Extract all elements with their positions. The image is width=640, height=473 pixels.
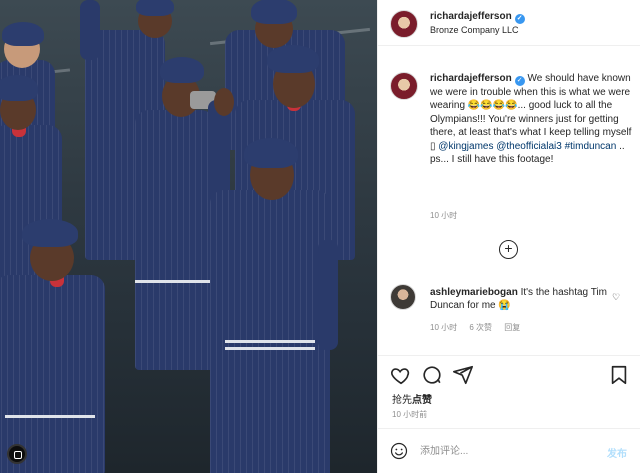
like-first-button[interactable]: 点赞 (412, 395, 432, 406)
comment-meta: 10 小时 6 次赞 回复 (430, 322, 530, 333)
comment: ashleymariebogan It's the hashtag Tim Du… (430, 286, 610, 313)
comment-input[interactable] (420, 442, 590, 460)
instagram-logo-icon (7, 444, 27, 464)
hashtag-link[interactable]: #timduncan (565, 141, 617, 152)
comment-bubble-icon[interactable] (421, 364, 443, 386)
mention-link[interactable]: @theofficialai3 (496, 141, 562, 152)
post-location[interactable]: Bronze Company LLC (430, 25, 519, 35)
caption-placeholder: ▯ (430, 140, 436, 152)
comment-like-heart-icon[interactable]: ♡ (612, 292, 620, 303)
mention-link[interactable]: @kingjames (438, 141, 493, 152)
post-photo[interactable] (0, 0, 377, 473)
load-more-comments-button[interactable]: + (499, 240, 518, 259)
likes-line: 抢先点赞 (392, 391, 432, 406)
post-header: richardajefferson ✓ Bronze Company LLC (378, 0, 640, 46)
comment-reply-button[interactable]: 回复 (504, 323, 520, 332)
publish-button[interactable]: 发布 (607, 445, 627, 460)
author-avatar[interactable] (390, 10, 418, 38)
comment-bar: 发布 (378, 428, 640, 473)
post-caption: richardajefferson ✓ We should have known … (430, 72, 636, 166)
comment-time: 10 小时 (430, 323, 458, 332)
post-time: 10 小时前 (392, 410, 428, 419)
comment-likes[interactable]: 6 次赞 (469, 323, 492, 332)
heart-icon[interactable] (390, 364, 412, 386)
caption-avatar[interactable] (390, 72, 418, 100)
caption-emojis: 😂😂😂😂 (467, 100, 518, 112)
bookmark-icon[interactable] (608, 364, 630, 386)
commenter-avatar[interactable] (390, 284, 416, 310)
author-username[interactable]: richardajefferson ✓ (430, 11, 525, 24)
emoji-smiley-icon[interactable] (390, 442, 408, 460)
author-username-text[interactable]: richardajefferson (430, 11, 512, 22)
share-paper-plane-icon[interactable] (452, 364, 474, 386)
comment-emoji: 😭 (498, 300, 511, 312)
comment-author[interactable]: ashleymariebogan (430, 287, 518, 298)
verified-badge-icon: ✓ (514, 76, 525, 86)
likes-prefix: 抢先 (392, 395, 412, 406)
caption-time: 10 小时 (430, 211, 458, 220)
post-detail-panel: richardajefferson ✓ Bronze Company LLC ri… (377, 0, 640, 473)
caption-author[interactable]: richardajefferson (430, 73, 512, 84)
verified-badge-icon: ✓ (514, 14, 525, 24)
